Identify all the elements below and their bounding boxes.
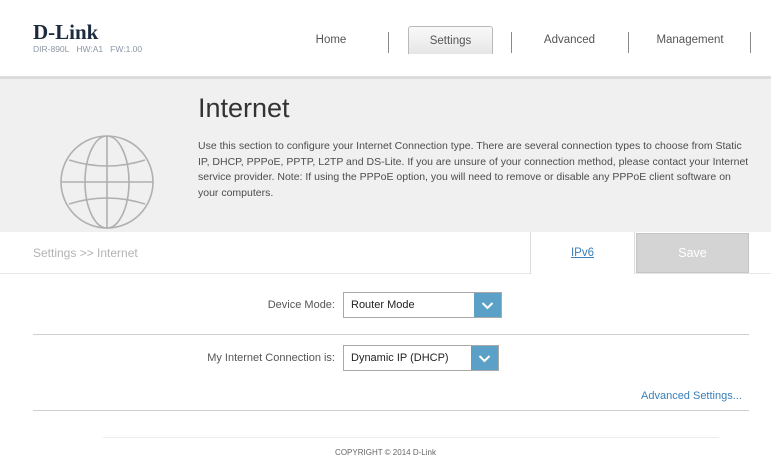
nav-separator <box>628 32 629 53</box>
nav-advanced[interactable]: Advanced <box>527 26 612 54</box>
page-banner: Internet Use this section to configure y… <box>0 76 771 232</box>
page-description: Use this section to configure your Inter… <box>198 140 749 199</box>
connection-type-row: My Internet Connection is: Dynamic IP (D… <box>0 345 771 375</box>
chevron-down-icon[interactable] <box>471 346 498 370</box>
divider <box>33 410 749 411</box>
connection-type-select[interactable]: Dynamic IP (DHCP) <box>343 345 499 371</box>
breadcrumb: Settings >> Internet <box>33 246 138 260</box>
save-button[interactable]: Save <box>636 233 749 273</box>
nav-separator <box>511 32 512 53</box>
advanced-settings-link[interactable]: Advanced Settings... <box>641 390 742 402</box>
footer-divider <box>103 437 719 438</box>
page-title: Internet <box>198 93 290 123</box>
connection-type-value: Dynamic IP (DHCP) <box>351 352 449 364</box>
nav-settings[interactable]: Settings <box>408 26 493 54</box>
nav-management[interactable]: Management <box>640 26 740 54</box>
device-mode-select[interactable]: Router Mode <box>343 292 502 318</box>
ipv6-link[interactable]: IPv6 <box>530 232 635 274</box>
connection-type-label: My Internet Connection is: <box>207 352 335 364</box>
device-mode-value: Router Mode <box>351 299 415 311</box>
main-nav: Home Settings Advanced Management <box>0 26 771 54</box>
nav-separator <box>388 32 389 53</box>
device-mode-row: Device Mode: Router Mode <box>0 292 771 322</box>
device-mode-label: Device Mode: <box>267 299 335 311</box>
divider <box>33 334 749 335</box>
copyright-text: COPYRIGHT © 2014 D-Link <box>335 448 436 457</box>
header: D-Link DIR-890L HW:A1 FW:1.00 Home Setting… <box>0 0 771 76</box>
nav-home[interactable]: Home <box>298 26 364 54</box>
action-bar: Settings >> Internet IPv6 Save <box>0 232 771 274</box>
globe-icon <box>57 132 157 237</box>
chevron-down-icon[interactable] <box>474 293 501 317</box>
nav-separator <box>750 32 751 53</box>
